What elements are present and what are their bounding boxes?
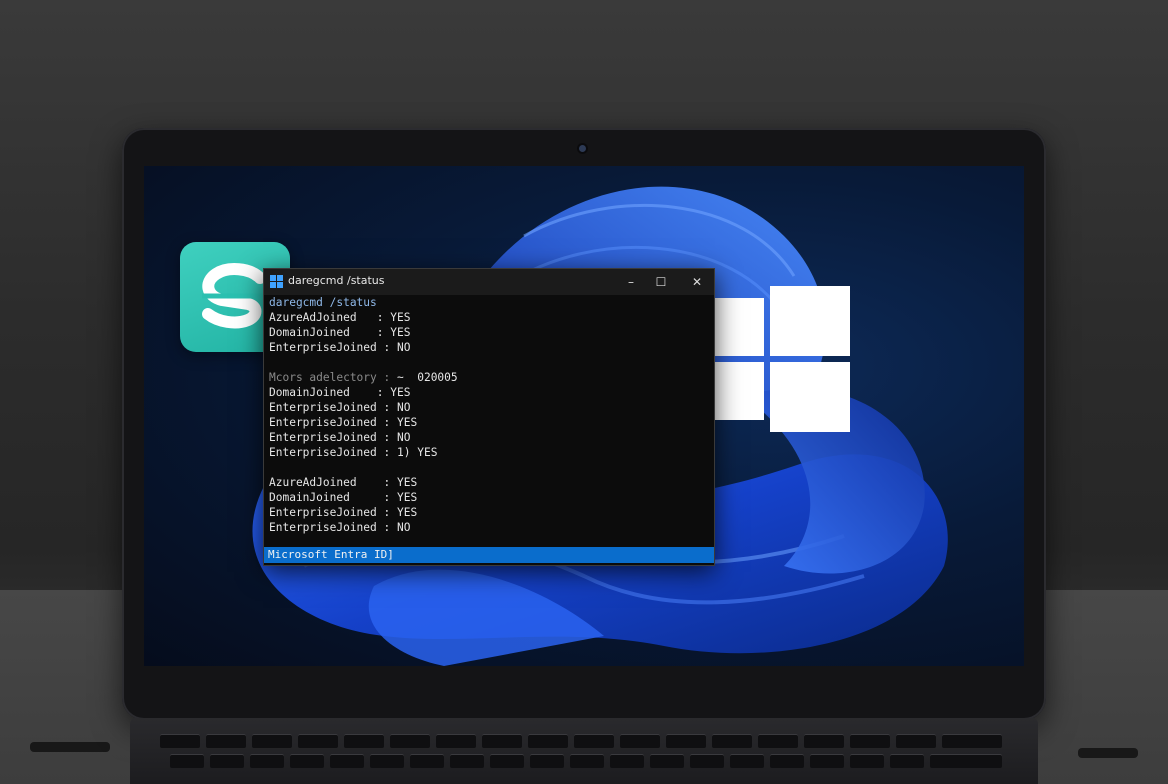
status-row: DomainJoined : YES <box>269 491 418 504</box>
cable <box>1078 748 1138 758</box>
status-row: DomainJoined : YES <box>269 326 411 339</box>
windows-logo-icon <box>712 286 850 432</box>
status-row: DomainJoined : YES <box>269 386 411 399</box>
status-row: Mcors adelectory : ~ 020005 <box>269 371 458 384</box>
title-bar[interactable]: daregcmd /status – ☐ ✕ <box>264 269 714 295</box>
webcam <box>579 145 586 152</box>
maximize-button[interactable]: ☐ <box>652 273 670 291</box>
selection-bar[interactable]: Microsoft Entra ID] <box>264 547 714 563</box>
status-row: EnterpriseJoined : NO <box>269 431 411 444</box>
status-row: EnterpriseJoined : YES <box>269 416 418 429</box>
status-row: EnterpriseJoined : 1) YES <box>269 446 438 459</box>
s-logo-glyph <box>202 263 268 329</box>
terminal-icon <box>270 275 283 288</box>
status-row: EnterpriseJoined : NO <box>269 401 411 414</box>
status-row: AzureAdJoined : YES <box>269 476 418 489</box>
command-prompt-window[interactable]: daregcmd /status – ☐ ✕ daregcmd /status … <box>263 268 715 566</box>
console-output[interactable]: daregcmd /status AzureAdJoined : YES Dom… <box>269 295 709 545</box>
keyboard-keys <box>160 730 1010 784</box>
cable <box>30 742 110 752</box>
status-row: EnterpriseJoined : YES <box>269 506 418 519</box>
window-title: daregcmd /status <box>288 274 385 287</box>
minimize-button[interactable]: – <box>622 273 640 291</box>
status-row: EnterpriseJoined : NO <box>269 341 411 354</box>
status-row: EnterpriseJoined : NO <box>269 521 411 534</box>
status-row: AzureAdJoined : YES <box>269 311 411 324</box>
close-button[interactable]: ✕ <box>688 273 706 291</box>
selection-text: Microsoft Entra ID] <box>268 548 394 561</box>
command-line: daregcmd /status <box>269 296 377 309</box>
